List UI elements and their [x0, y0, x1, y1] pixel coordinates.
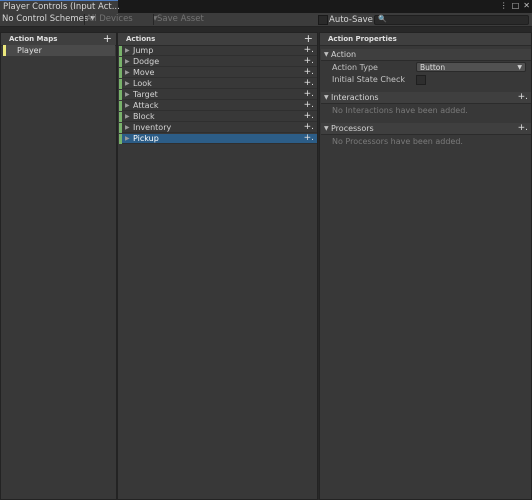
control-scheme-dropdown[interactable]: No Control Schemes ▼	[2, 14, 95, 24]
search-icon: 🔍	[378, 15, 387, 23]
action-type-dropdown[interactable]: Button ▼	[416, 62, 526, 72]
initial-state-check-label: Initial State Check	[332, 75, 406, 84]
action-item[interactable]: ▶ Look +.	[119, 78, 317, 89]
action-map-item-player[interactable]: Player	[3, 45, 115, 56]
toolbar-divider	[153, 14, 154, 25]
action-label: Move	[133, 68, 155, 77]
foldout-expanded-icon: ▼	[324, 125, 329, 132]
add-binding-icon[interactable]: +.	[304, 78, 314, 88]
action-color-stripe	[119, 46, 122, 56]
action-color-stripe	[119, 123, 122, 133]
action-label: Pickup	[133, 134, 159, 143]
close-icon[interactable]: ✕	[523, 1, 530, 10]
action-color-stripe	[119, 57, 122, 67]
expand-arrow-icon[interactable]: ▶	[125, 135, 130, 142]
action-maps-panel: Action Maps + Player	[0, 32, 117, 500]
processors-empty-message: No Processors have been added.	[332, 137, 463, 146]
processors-section-label: Processors	[331, 124, 374, 133]
properties-title: Action Properties	[328, 35, 397, 43]
initial-state-check-checkbox[interactable]	[416, 75, 426, 85]
action-item[interactable]: ▶ Target +.	[119, 89, 317, 100]
window-tab[interactable]: Player Controls (Input Act...	[0, 0, 120, 13]
add-interaction-icon[interactable]: +.	[518, 92, 528, 102]
toolbar-divider	[84, 14, 85, 25]
action-item[interactable]: ▶ Pickup +.	[119, 133, 317, 144]
action-map-label: Player	[17, 46, 42, 55]
auto-save-label: Auto-Save	[329, 15, 373, 25]
action-type-value: Button	[420, 63, 446, 72]
expand-arrow-icon[interactable]: ▶	[125, 124, 130, 131]
action-maps-title: Action Maps	[9, 35, 58, 43]
add-binding-icon[interactable]: +.	[304, 45, 314, 55]
auto-save-checkbox[interactable]	[318, 15, 328, 25]
action-label: Dodge	[133, 57, 160, 66]
more-menu-icon[interactable]: ⋮	[500, 1, 508, 10]
expand-arrow-icon[interactable]: ▶	[125, 58, 130, 65]
action-item[interactable]: ▶ Dodge +.	[119, 56, 317, 67]
add-binding-icon[interactable]: +.	[304, 133, 314, 143]
devices-dropdown[interactable]: All Devices ▼	[86, 14, 157, 24]
expand-arrow-icon[interactable]: ▶	[125, 91, 130, 98]
properties-header: Action Properties	[320, 33, 531, 46]
action-item[interactable]: ▶ Move +.	[119, 67, 317, 78]
actions-title: Actions	[126, 35, 156, 43]
actions-header: Actions +	[118, 32, 317, 46]
expand-arrow-icon[interactable]: ▶	[125, 69, 130, 76]
action-color-stripe	[119, 90, 122, 100]
window-title: Player Controls (Input Act...	[3, 2, 120, 12]
caret-down-icon: ▼	[517, 64, 522, 71]
add-binding-icon[interactable]: +.	[304, 56, 314, 66]
action-item[interactable]: ▶ Block +.	[119, 111, 317, 122]
expand-arrow-icon[interactable]: ▶	[125, 47, 130, 54]
add-action-map-icon[interactable]: +	[103, 32, 112, 45]
add-binding-icon[interactable]: +.	[304, 100, 314, 110]
add-binding-icon[interactable]: +.	[304, 89, 314, 99]
add-processor-icon[interactable]: +.	[518, 123, 528, 133]
window-controls: ⋮ □ ✕	[496, 1, 530, 10]
processors-section-header[interactable]: ▼ Processors +.	[321, 123, 531, 135]
expand-arrow-icon[interactable]: ▶	[125, 113, 130, 120]
interactions-empty-message: No Interactions have been added.	[332, 106, 468, 115]
interactions-section-label: Interactions	[331, 93, 379, 102]
save-asset-button[interactable]: Save Asset	[157, 14, 204, 24]
expand-arrow-icon[interactable]: ▶	[125, 80, 130, 87]
action-color-stripe	[119, 134, 122, 144]
action-item[interactable]: ▶ Jump +.	[119, 45, 317, 56]
add-binding-icon[interactable]: +.	[304, 111, 314, 121]
action-color-stripe	[119, 101, 122, 111]
actions-panel: Actions + ▶ Jump +. ▶ Dodge +. ▶ Move +. ▶ Look +. ▶…	[117, 32, 318, 500]
action-item[interactable]: ▶ Inventory +.	[119, 122, 317, 133]
action-color-stripe	[119, 112, 122, 122]
add-action-icon[interactable]: +	[304, 32, 313, 45]
maximize-icon[interactable]: □	[512, 1, 520, 10]
action-label: Look	[133, 79, 152, 88]
action-label: Attack	[133, 101, 159, 110]
action-section-header[interactable]: ▼ Action	[321, 49, 531, 61]
action-properties-panel: Action Properties ▼ Action Action Type B…	[319, 32, 532, 500]
action-section-label: Action	[331, 50, 357, 59]
action-label: Target	[133, 90, 158, 99]
add-binding-icon[interactable]: +.	[304, 67, 314, 77]
action-map-color-stripe	[3, 45, 6, 56]
search-input[interactable]: 🔍	[374, 15, 529, 25]
control-scheme-label: No Control Schemes	[2, 14, 89, 24]
action-label: Jump	[133, 46, 154, 55]
foldout-expanded-icon: ▼	[324, 94, 329, 101]
action-type-label: Action Type	[332, 63, 378, 72]
add-binding-icon[interactable]: +.	[304, 122, 314, 132]
foldout-expanded-icon: ▼	[324, 51, 329, 58]
devices-label: All Devices	[86, 14, 133, 24]
action-label: Block	[133, 112, 155, 121]
expand-arrow-icon[interactable]: ▶	[125, 102, 130, 109]
interactions-section-header[interactable]: ▼ Interactions +.	[321, 92, 531, 104]
action-item[interactable]: ▶ Attack +.	[119, 100, 317, 111]
toolbar: No Control Schemes ▼ All Devices ▼ Save As…	[0, 13, 532, 27]
action-color-stripe	[119, 79, 122, 89]
action-color-stripe	[119, 68, 122, 78]
action-label: Inventory	[133, 123, 172, 132]
